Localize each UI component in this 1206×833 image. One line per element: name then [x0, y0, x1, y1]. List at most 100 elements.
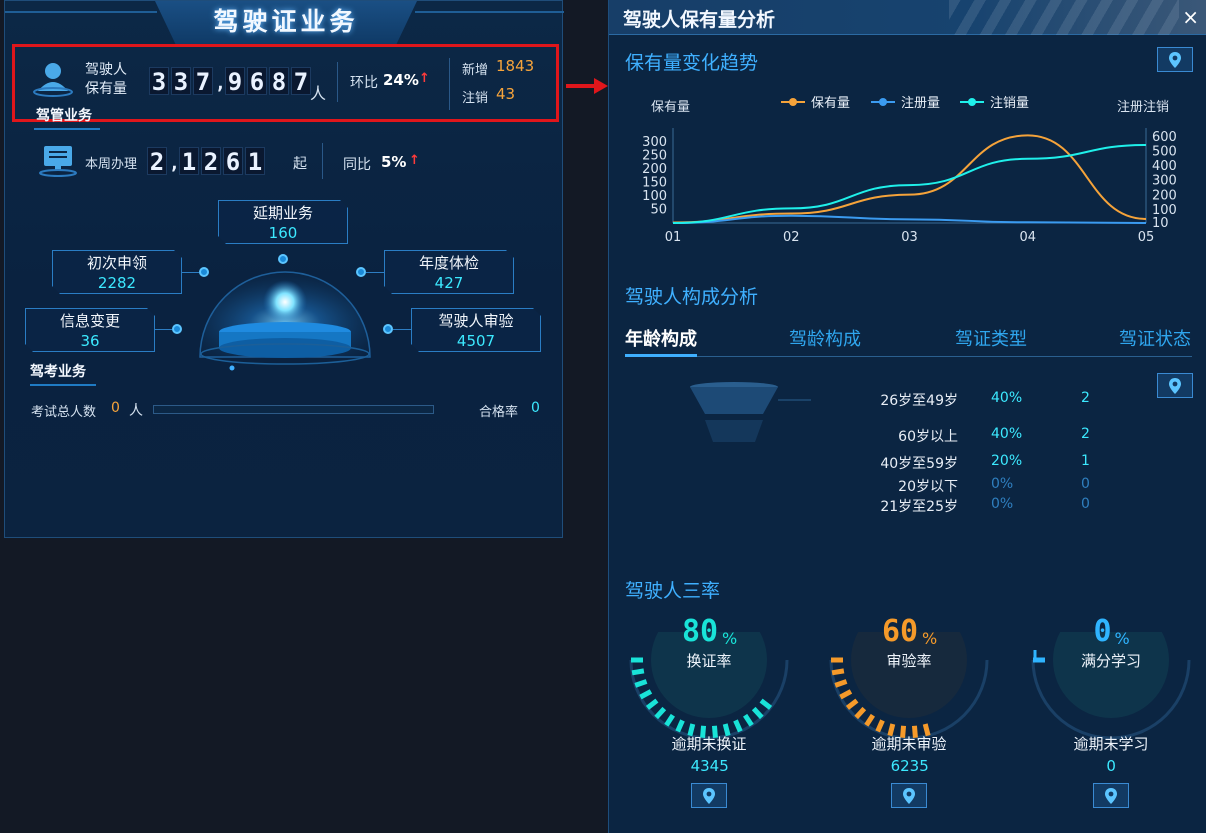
x-tick: 02 — [783, 230, 800, 245]
exam-total-label: 考试总人数 — [31, 405, 97, 420]
age-percent: 40% — [991, 426, 1023, 442]
legend-label: 保有量 — [811, 96, 850, 111]
digit-box: 6 — [223, 147, 243, 176]
holding-analysis-panel: 驾驶人保有量分析 × 保有量变化趋势 50 100 150 200 250 300 10 10… — [608, 0, 1206, 833]
rate-value: 60 — [882, 614, 919, 649]
y-tick-left: 300 — [642, 135, 667, 150]
node-first-value: 2282 — [97, 274, 137, 292]
tab-1[interactable]: 驾龄构成 — [789, 325, 861, 351]
node-info-change[interactable]: 信息变更 36 — [25, 308, 155, 352]
section-underline — [30, 384, 96, 386]
y-tick-left: 200 — [642, 162, 667, 177]
x-tick: 05 — [1138, 230, 1155, 245]
node-first-label: 初次申领 — [86, 254, 147, 272]
section-underline — [34, 128, 100, 130]
rate-percent-sign: % — [1114, 629, 1130, 648]
location-button[interactable] — [1157, 373, 1193, 398]
composition-section-title: 驾驶人构成分析 — [625, 286, 759, 308]
node-audit-value: 4507 — [456, 332, 496, 350]
tab-2[interactable]: 驾证类型 — [955, 325, 1027, 351]
exam-total-unit: 人 — [129, 403, 143, 419]
age-count: 2 — [1081, 426, 1090, 442]
rate-percent-sign: % — [722, 629, 738, 648]
exam-total-value: 0 — [111, 400, 120, 416]
title-deco-left — [5, 11, 157, 13]
arrow-right-icon — [594, 78, 608, 94]
age-percent: 20% — [991, 453, 1023, 469]
overdue-value: 0 — [1106, 757, 1116, 775]
connector-dot — [172, 324, 182, 334]
y-tick-right: 10 — [1152, 216, 1169, 231]
node-annual-check[interactable]: 年度体检 427 — [384, 250, 514, 294]
y-tick-right: 400 — [1152, 159, 1177, 174]
x-tick: 03 — [901, 230, 918, 245]
energy-dome-graphic — [199, 271, 371, 371]
section-manage-title: 驾管业务 — [36, 108, 92, 124]
tab-0[interactable]: 年龄构成 — [625, 325, 697, 351]
age-funnel-graphic — [690, 382, 811, 442]
age-percent: 0% — [991, 476, 1014, 492]
rate-value: 0 — [1093, 614, 1112, 649]
connector-line — [155, 329, 172, 330]
legend-marker — [968, 98, 976, 106]
digit-box: 1 — [245, 147, 265, 176]
active-tab-indicator — [625, 354, 697, 357]
tab-3[interactable]: 驾证状态 — [1119, 325, 1191, 351]
node-driver-audit[interactable]: 驾驶人审验 4507 — [411, 308, 541, 352]
y-axis-label-right: 注册注销 — [1117, 100, 1169, 115]
age-percent: 40% — [991, 390, 1023, 406]
node-delay-label: 延期业务 — [252, 204, 313, 222]
y-tick-right: 500 — [1152, 145, 1177, 160]
monitor-icon — [39, 146, 77, 177]
trend-section-title: 保有量变化趋势 — [625, 52, 759, 74]
overdue-value: 6235 — [890, 757, 929, 775]
panel-title-frame: 驾驶证业务 — [155, 1, 417, 45]
x-tick: 04 — [1019, 230, 1036, 245]
node-delay[interactable]: 延期业务 160 — [218, 200, 348, 244]
y-tick-right: 100 — [1152, 203, 1177, 218]
tb-value: 5% — [381, 153, 407, 171]
location-button[interactable] — [1157, 47, 1193, 72]
rate-percent-sign: % — [922, 629, 938, 648]
connector-line — [393, 329, 411, 330]
overdue-label: 逾期未审验 — [871, 735, 947, 753]
overdue-value: 4345 — [690, 757, 729, 775]
divider — [322, 143, 323, 179]
series-line-2 — [672, 143, 1147, 224]
rate-label: 换证率 — [686, 652, 732, 670]
age-label: 20岁以下 — [898, 479, 958, 495]
location-button[interactable] — [691, 783, 727, 808]
y-tick-right: 600 — [1152, 130, 1177, 145]
close-icon[interactable]: × — [1182, 7, 1199, 27]
legend-label: 注销量 — [990, 96, 1029, 111]
y-tick-right: 300 — [1152, 174, 1177, 189]
digit-box: , — [169, 153, 180, 174]
arrow-connector — [566, 84, 596, 88]
y-tick-left: 100 — [642, 189, 667, 204]
age-count: 0 — [1081, 496, 1090, 512]
node-info-value: 36 — [80, 332, 100, 350]
node-first-apply[interactable]: 初次申领 2282 — [52, 250, 182, 294]
y-axis-label-left: 保有量 — [651, 100, 690, 115]
location-button[interactable] — [1093, 783, 1129, 808]
legend-label: 注册量 — [901, 96, 940, 111]
week-digits: 2,1261 — [147, 147, 265, 176]
location-pin-icon — [1105, 787, 1117, 804]
header-decoration — [949, 0, 1179, 35]
y-tick-left: 250 — [642, 149, 667, 164]
overdue-label: 逾期未换证 — [671, 735, 747, 753]
series-line-0 — [672, 134, 1147, 224]
pass-rate-label: 合格率 — [479, 405, 519, 420]
location-button[interactable] — [891, 783, 927, 808]
week-unit: 起 — [293, 156, 307, 172]
location-pin-icon — [703, 787, 715, 804]
location-pin-icon — [1169, 377, 1181, 394]
arrow-up-icon: ↑ — [409, 153, 420, 168]
highlight-box — [12, 44, 559, 122]
x-tick: 01 — [665, 230, 682, 245]
rate-label: 审验率 — [886, 652, 932, 670]
tab-divider — [625, 356, 1192, 357]
legend-marker — [879, 98, 887, 106]
age-label: 21岁至25岁 — [880, 499, 958, 515]
location-pin-icon — [903, 787, 915, 804]
